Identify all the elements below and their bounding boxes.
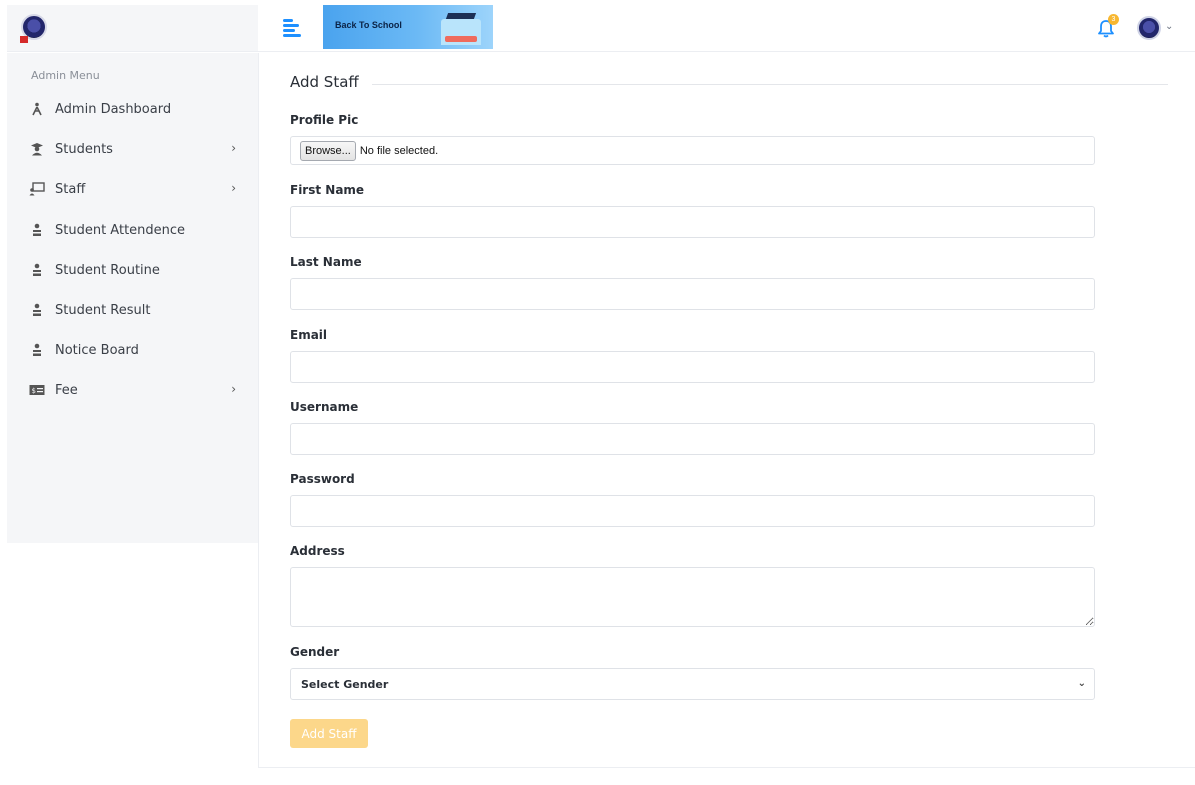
add-staff-button[interactable]: Add Staff [290,719,368,748]
sidebar-item-staff[interactable]: Staff › [7,169,258,209]
user-avatar[interactable] [1137,16,1161,40]
gender-selected-value: Select Gender [301,677,389,691]
email-label: Email [290,328,328,342]
username-label: Username [290,400,359,414]
add-staff-form: Add Staff Profile Pic Browse... No file … [258,53,1195,768]
sidebar-item-notice-board[interactable]: Notice Board [7,330,258,370]
student-icon [29,141,45,157]
notification-count-badge: 3 [1108,14,1119,25]
svg-text:$: $ [32,387,36,395]
chevron-right-icon: › [231,382,236,396]
graduation-illustration-icon [441,19,481,45]
back-to-school-banner: Back To School [323,5,493,49]
sidebar-item-label: Student Result [55,302,151,318]
last-name-label: Last Name [290,255,362,269]
user-desk-icon [29,302,45,318]
gender-label: Gender [290,645,340,659]
sidebar-item-students[interactable]: Students › [7,129,258,169]
user-desk-icon [29,222,45,238]
form-title: Add Staff [290,73,359,91]
hamburger-menu-icon[interactable] [283,18,301,38]
chevron-down-icon[interactable]: ⌄ [1165,21,1173,32]
sidebar-item-label: Notice Board [55,342,139,358]
dashboard-person-icon [29,101,45,117]
password-input[interactable] [290,495,1095,527]
sidebar-item-label: Student Attendence [55,222,186,238]
first-name-label: First Name [290,183,365,197]
profile-pic-label: Profile Pic [290,113,359,127]
chevron-right-icon: › [231,181,236,195]
browse-button[interactable]: Browse... [300,140,356,161]
banner-text: Back To School [335,20,402,30]
address-label: Address [290,544,345,558]
sidebar-item-label: Student Routine [55,262,160,278]
password-label: Password [290,472,355,486]
email-input[interactable] [290,351,1095,383]
sidebar-item-label: Staff [55,181,86,197]
first-name-input[interactable] [290,206,1095,238]
money-bill-icon: $ [29,382,45,398]
title-divider [372,84,1168,85]
file-status-text: No file selected. [359,144,439,157]
sidebar-item-student-result[interactable]: Student Result [7,290,258,330]
sidebar-item-label: Admin Dashboard [55,101,172,117]
top-navbar: Back To School 3 ⌄ [7,5,1195,52]
last-name-input[interactable] [290,278,1095,310]
school-logo[interactable] [20,14,47,43]
sidebar: Admin Menu Admin Dashboard Students › St… [7,53,258,543]
user-desk-icon [29,262,45,278]
username-input[interactable] [290,423,1095,455]
brand-area [7,5,258,52]
sidebar-item-fee[interactable]: $ Fee › [7,370,258,410]
gender-select[interactable]: Select Gender ⌄ [290,668,1095,700]
chalkboard-teacher-icon [29,181,45,197]
sidebar-item-student-routine[interactable]: Student Routine [7,250,258,290]
chevron-right-icon: › [231,141,236,155]
sidebar-item-admin-dashboard[interactable]: Admin Dashboard [7,89,258,129]
sidebar-title: Admin Menu [31,69,100,82]
sidebar-item-label: Students [55,141,113,157]
profile-pic-file-input[interactable]: Browse... No file selected. [290,136,1095,165]
sidebar-item-label: Fee [55,382,78,398]
address-textarea[interactable] [290,567,1095,627]
sidebar-item-student-attendence[interactable]: Student Attendence [7,210,258,250]
chevron-down-icon: ⌄ [1077,678,1086,689]
user-desk-icon [29,342,45,358]
